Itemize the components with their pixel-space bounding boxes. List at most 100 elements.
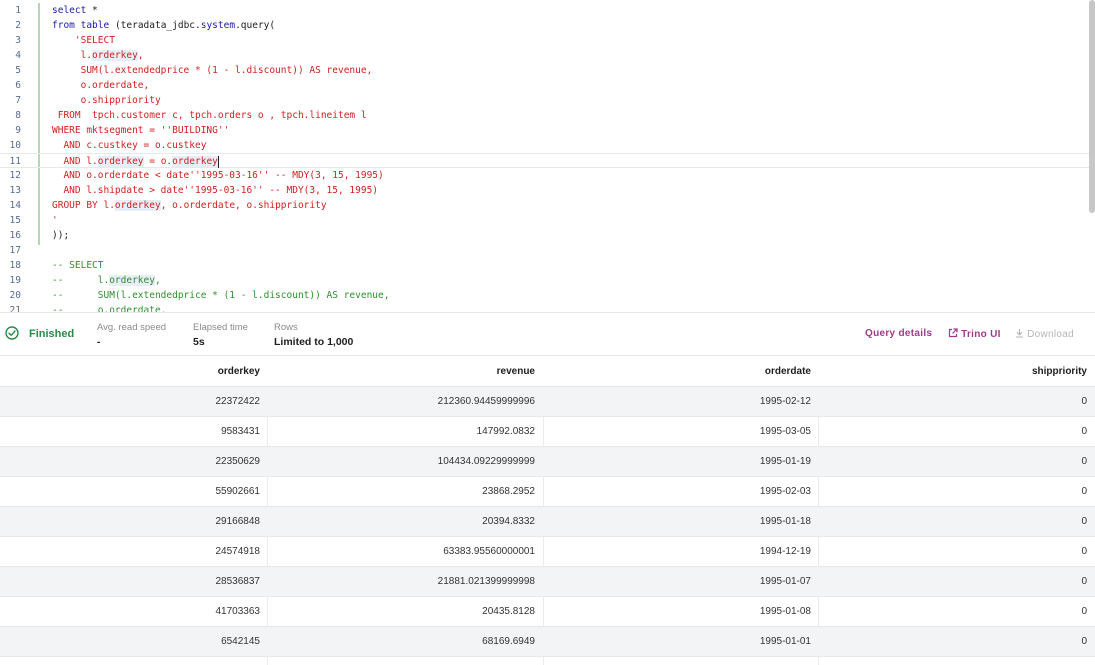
code-token: orderkey [109,275,155,286]
line-number: 8 [15,110,21,121]
table-cell-revenue: 21881.021399999998 [437,576,535,587]
table-row[interactable]: 41703363 20435.8128 1995-01-08 0 [0,597,1095,627]
code-token: FROM tpch.customer c, tpch.orders o , tp… [52,110,367,121]
line-number: 10 [9,140,21,151]
table-cell-orderdate: 1995-01-01 [759,636,811,647]
editor-line[interactable]: 21 -- o.orderdate, [0,303,1095,312]
column-header-orderdate[interactable]: orderdate [543,356,819,387]
editor-line[interactable]: 9 WHERE mktsegment = ''BUILDING'' [0,123,1095,138]
table-cell-orderkey: 9583431 [221,426,260,437]
editor-line[interactable]: 10 AND c.custkey = o.custkey [0,138,1095,153]
editor-line[interactable]: 11 AND l.orderkey = o.orderkey [0,153,1095,168]
elapsed-time-value: 5s [193,336,205,348]
line-number: 18 [9,260,21,271]
code-token: -- SUM(l.extendedprice * (1 - l.discount… [52,290,390,301]
table-row[interactable]: 28536837 21881.021399999998 1995-01-07 0 [0,567,1095,597]
editor-line[interactable]: 14 GROUP BY l.orderkey, o.orderdate, o.sh… [0,198,1095,213]
table-row[interactable]: 55902661 23868.2952 1995-02-03 0 [0,477,1095,507]
editor-line[interactable]: 3 'SELECT [0,33,1095,48]
table-cell-revenue: 104434.09229999999 [437,456,535,467]
line-number: 20 [9,290,21,301]
code-token: orderkey [92,50,138,61]
code-text: l.orderkey, [52,48,144,63]
editor-line[interactable]: 6 o.orderdate, [0,78,1095,93]
table-cell-shippriority: 0 [1081,396,1087,407]
text-cursor [217,155,219,168]
column-header-shippriority[interactable]: shippriority [819,356,1095,387]
line-number: 1 [15,5,21,16]
editor-line[interactable]: 4 l.orderkey, [0,48,1095,63]
code-text: SUM(l.extendedprice * (1 - l.discount)) … [52,63,373,78]
editor-line[interactable]: 17 [0,243,1095,258]
table-row[interactable]: 9583431 147992.0832 1995-03-05 0 [0,417,1095,447]
column-header-revenue[interactable]: revenue [268,356,543,387]
table-cell-orderdate: 1994-12-19 [759,546,811,557]
code-token: )); [52,230,70,241]
query-details-link[interactable]: Query details [865,328,932,339]
code-token: AND c.custkey = o.custkey [52,140,207,151]
code-token: orderkey [114,200,161,211]
avg-read-speed-value: - [97,336,101,348]
editor-scrollbar[interactable] [1089,0,1095,213]
code-token: WHERE mktsegment = ''BUILDING'' [52,125,230,136]
table-row[interactable]: 22350629 104434.09229999999 1995-01-19 0 [0,447,1095,477]
editor-line[interactable]: 15 ' [0,213,1095,228]
editor-line[interactable]: 7 o.shippriority [0,93,1095,108]
download-icon [1016,329,1023,338]
table-cell-orderkey: 22372422 [215,396,261,407]
table-row[interactable]: 22372422 212360.94459999996 1995-02-12 0 [0,387,1095,417]
editor-line[interactable]: 2 from table (teradata_jdbc.system.query( [0,18,1095,33]
editor-line[interactable]: 19 -- l.orderkey, [0,273,1095,288]
table-row[interactable]: 6542145 68169.6949 1995-01-01 0 [0,627,1095,657]
download-button[interactable]: Download [1015,328,1074,340]
line-number: 21 [9,305,21,312]
column-header-orderkey[interactable]: orderkey [0,356,268,387]
sql-editor[interactable]: 1 select * 2 from table (teradata_jdbc.syst… [0,0,1095,312]
line-number: 19 [9,275,21,286]
code-text: AND l.orderkey = o.orderkey [52,154,219,169]
code-token: = o. [143,156,173,167]
code-text: WHERE mktsegment = ''BUILDING'' [52,123,229,138]
table-cell-orderdate: 1995-02-12 [759,396,811,407]
code-token: AND l. [52,156,98,167]
editor-line[interactable]: 18 -- SELECT [0,258,1095,273]
editor-line[interactable]: 13 AND l.shipdate > date''1995-03-16'' -… [0,183,1095,198]
editor-line[interactable]: 1 select * [0,3,1095,18]
code-text: FROM tpch.customer c, tpch.orders o , tp… [52,108,367,123]
code-text: AND c.custkey = o.custkey [52,138,206,153]
table-cell-shippriority: 0 [1081,636,1087,647]
editor-line[interactable]: 5 SUM(l.extendedprice * (1 - l.discount)… [0,63,1095,78]
table-cell-shippriority: 0 [1081,426,1087,437]
status-text: Finished [29,328,75,340]
line-number: 12 [9,170,21,181]
code-token: ' [52,215,58,226]
table-row[interactable]: 24574918 63383.95560000001 1994-12-19 0 [0,537,1095,567]
table-cell-orderkey: 28536837 [215,576,261,587]
code-token: o.shippriority [52,95,161,106]
code-token: AND o.orderdate < date''1995-03-16'' -- … [52,170,384,181]
external-link-icon [948,328,958,338]
code-token: (teradata_jdbc. [114,20,201,31]
table-cell-orderkey: 55902661 [215,486,261,497]
table-cell-orderkey: 24574918 [215,546,261,557]
code-token: AND l.shipdate > date''1995-03-16'' -- M… [52,185,379,196]
table-cell-shippriority: 0 [1081,456,1087,467]
query-status-bar: Finished Avg. read speed - Elapsed time … [0,312,1095,356]
code-token: , [137,50,144,61]
table-cell-orderkey: 29166848 [215,516,261,527]
table-cell-revenue: 20435.8128 [482,606,535,617]
code-token: -- l. [52,275,110,286]
code-text: 'SELECT [52,33,115,48]
trino-ui-link[interactable]: Trino UI [948,328,1001,340]
editor-line[interactable]: 12 AND o.orderdate < date''1995-03-16'' … [0,168,1095,183]
code-text: o.orderdate, [52,78,150,93]
editor-line[interactable]: 8 FROM tpch.customer c, tpch.orders o , … [0,108,1095,123]
editor-line[interactable]: 16)); [0,228,1095,243]
line-number: 3 [15,35,21,46]
table-row[interactable]: 29166848 20394.8332 1995-01-18 0 [0,507,1095,537]
line-number: 17 [9,245,21,256]
table-cell-revenue: 23868.2952 [482,486,535,497]
line-number: 9 [15,125,21,136]
editor-line[interactable]: 20 -- SUM(l.extendedprice * (1 - l.discou… [0,288,1095,303]
line-number: 15 [9,215,21,226]
